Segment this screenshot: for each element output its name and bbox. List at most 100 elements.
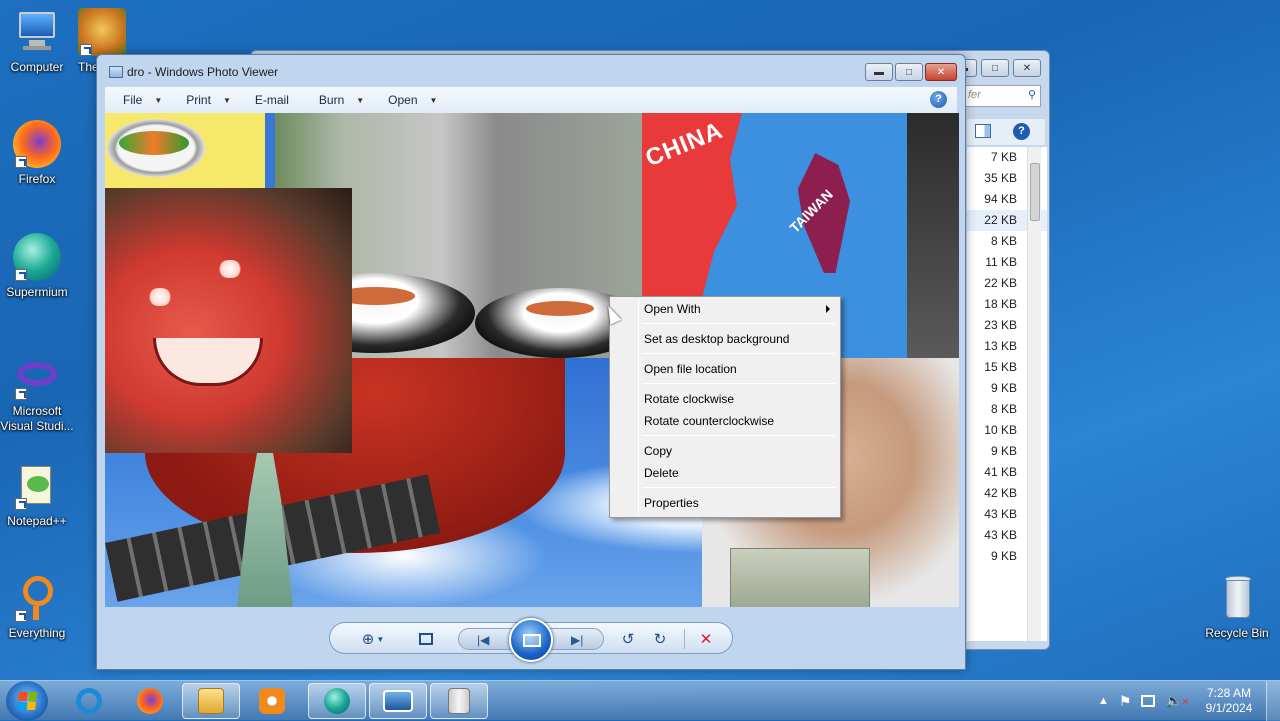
rotate-clockwise-icon[interactable]: ↻: [648, 628, 672, 650]
show-hidden-icons-icon[interactable]: ▲: [1098, 695, 1109, 707]
shortcut-arrow-icon: [15, 156, 27, 168]
previous-button[interactable]: |◀: [458, 628, 514, 650]
submenu-arrow-icon: [826, 305, 830, 313]
taskbar: ▲ ⚑ 🔈✕ 7:28 AM 9/1/2024: [0, 680, 1280, 721]
next-button[interactable]: ▶|: [548, 628, 604, 650]
photo-viewer-icon: [109, 66, 123, 78]
visual-studio-icon: [13, 352, 61, 400]
menu-divider: [642, 487, 836, 488]
action-center-flag-icon[interactable]: ⚑: [1119, 693, 1132, 710]
menu-label: Open: [388, 93, 418, 107]
desktop-icon-label: Microsoft Visual Studi...: [0, 404, 74, 433]
previous-icon: |◀: [477, 633, 490, 647]
supermium-icon: [324, 688, 350, 714]
desktop-icon-firefox[interactable]: Firefox: [0, 120, 77, 187]
menu-email[interactable]: E-mail: [243, 87, 301, 113]
explorer-toolbar: ?: [967, 119, 1045, 145]
context-menu: Open With Set as desktop background Open…: [609, 296, 841, 518]
desktop-icon-supermium[interactable]: Supermium: [0, 233, 77, 300]
taskbar-supermium[interactable]: [308, 683, 366, 719]
menu-item-delete[interactable]: Delete: [644, 463, 679, 483]
zoom-icon[interactable]: ⊕ ▼: [356, 628, 390, 650]
rotate-counterclockwise-icon[interactable]: ↺: [616, 628, 640, 650]
preview-pane-icon[interactable]: [975, 124, 991, 138]
slideshow-button[interactable]: [509, 618, 553, 662]
clock-date: 9/1/2024: [1205, 701, 1253, 715]
playback-controls: ⊕ ▼ |◀ ▶| ↺ ↻ ✕: [329, 618, 733, 662]
menu-file[interactable]: File ▼: [111, 87, 174, 113]
folder-icon: [198, 688, 224, 714]
taskbar-explorer[interactable]: [182, 683, 240, 719]
explorer-search-input[interactable]: fer ⚲: [963, 85, 1041, 107]
actual-size-icon[interactable]: [414, 628, 438, 650]
explorer-scrollbar[interactable]: [1027, 147, 1041, 641]
maximize-button[interactable]: □: [981, 59, 1009, 77]
menu-item-set-desktop-background[interactable]: Set as desktop background: [644, 329, 789, 349]
internet-explorer-icon: [76, 688, 102, 714]
volume-muted-icon[interactable]: 🔈✕: [1165, 693, 1189, 709]
taskbar-firefox[interactable]: [121, 683, 179, 719]
help-icon[interactable]: ?: [1013, 123, 1030, 140]
shortcut-arrow-icon: [15, 498, 27, 510]
window-title: dro - Windows Photo Viewer: [127, 65, 279, 79]
help-icon[interactable]: ?: [930, 91, 947, 108]
menu-print[interactable]: Print ▼: [174, 87, 243, 113]
desktop-icon-visual-studio[interactable]: Microsoft Visual Studi...: [0, 352, 77, 434]
delete-icon[interactable]: ✕: [694, 628, 718, 650]
menu-gutter: [638, 299, 639, 515]
photo-money: [730, 548, 870, 607]
menu-item-rotate-counterclockwise[interactable]: Rotate counterclockwise: [644, 411, 774, 431]
toolbar-separator: [684, 629, 685, 649]
windows-logo-icon: [17, 692, 37, 710]
menu-label: File: [123, 93, 143, 107]
network-icon[interactable]: [1141, 695, 1156, 707]
shortcut-arrow-icon: [15, 610, 27, 622]
photo-face-region: [105, 188, 352, 453]
notepadpp-icon: [13, 462, 61, 510]
desktop-icon-recycle-bin[interactable]: Recycle Bin: [1197, 574, 1277, 641]
desktop-icon-label: Firefox: [18, 172, 56, 186]
firefox-icon: [13, 120, 61, 168]
menu-open[interactable]: Open ▼: [376, 87, 449, 113]
menu-item-copy[interactable]: Copy: [644, 441, 672, 461]
menu-item-properties[interactable]: Properties: [644, 493, 699, 513]
firefox-icon: [137, 688, 163, 714]
close-button[interactable]: ✕: [1013, 59, 1041, 77]
everything-search-icon: [13, 574, 61, 622]
menu-bar: File ▼ Print ▼ E-mail Burn ▼ Open ▼ ?: [105, 87, 957, 113]
menu-divider: [642, 383, 836, 384]
shortcut-arrow-icon: [15, 269, 27, 281]
desktop-icon-notepadpp[interactable]: Notepad++: [0, 462, 77, 529]
scrollbar-thumb[interactable]: [1030, 163, 1040, 221]
show-desktop-button[interactable]: [1266, 681, 1280, 721]
taskbar-app[interactable]: [430, 683, 488, 719]
menu-item-open-file-location[interactable]: Open file location: [644, 359, 737, 379]
menu-label: Burn: [318, 93, 345, 107]
menu-item-open-with[interactable]: Open With: [644, 299, 701, 319]
clock-time: 7:28 AM: [1206, 686, 1252, 700]
recycle-bin-icon: [1213, 574, 1261, 622]
maximize-button[interactable]: □: [895, 63, 923, 81]
taskbar-media-player[interactable]: [243, 683, 301, 719]
desktop-icon-everything[interactable]: Everything: [0, 574, 77, 641]
desktop-icon-label: Computer: [10, 60, 64, 74]
title-bar[interactable]: dro - Windows Photo Viewer ▬ □ ✕: [97, 55, 965, 87]
shortcut-arrow-icon: [15, 388, 27, 400]
minimize-button[interactable]: ▬: [865, 63, 893, 81]
taskbar-internet-explorer[interactable]: [60, 683, 118, 719]
desktop-icon-label: Supermium: [6, 285, 68, 299]
close-button[interactable]: ✕: [925, 63, 957, 81]
computer-icon: [13, 8, 61, 56]
explorer-file-list[interactable]: 7 KB 35 KB 94 KB 22 KB 8 KB 11 KB 22 KB 18 KB 23…: [967, 147, 1047, 641]
start-button[interactable]: [6, 681, 48, 721]
system-tray: ▲ ⚑ 🔈✕: [1098, 681, 1189, 721]
menu-item-rotate-clockwise[interactable]: Rotate clockwise: [644, 389, 734, 409]
monkey-game-icon: [78, 8, 126, 56]
taskbar-photo-viewer[interactable]: [369, 683, 427, 719]
menu-burn[interactable]: Burn ▼: [307, 87, 376, 113]
menu-label: E-mail: [254, 93, 289, 107]
menu-label: Print: [186, 93, 211, 107]
desktop-icon-computer[interactable]: Computer: [0, 8, 77, 75]
taskbar-clock[interactable]: 7:28 AM 9/1/2024: [1200, 686, 1258, 716]
desktop-icon-label: Notepad++: [7, 514, 67, 528]
